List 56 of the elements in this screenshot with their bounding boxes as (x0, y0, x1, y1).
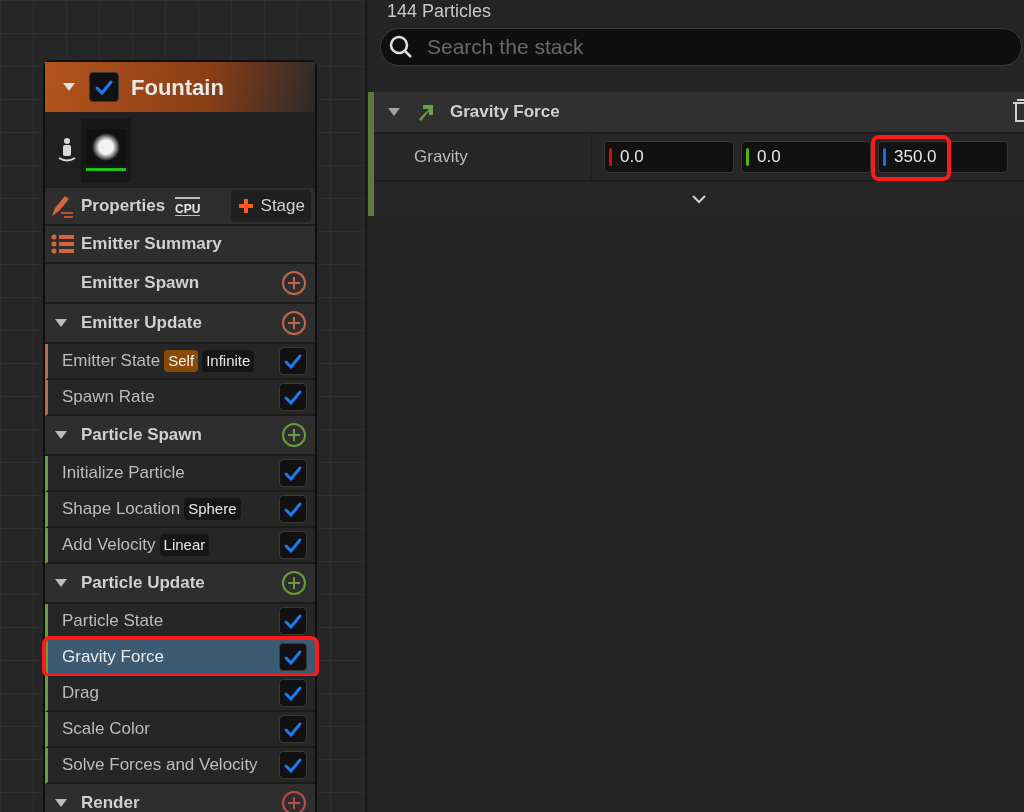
module-label: Add Velocity (62, 534, 156, 557)
field-value: 0.0 (620, 146, 644, 169)
module-row[interactable]: Solve Forces and Velocity (45, 748, 315, 784)
pencil-icon (49, 193, 75, 219)
checkbox[interactable] (279, 347, 307, 375)
module-label: Spawn Rate (62, 386, 155, 409)
add-stage-button[interactable]: Stage (230, 190, 311, 222)
module-row[interactable]: Drag (45, 676, 315, 712)
value-tag: Infinite (202, 350, 255, 372)
checkbox[interactable] (279, 383, 307, 411)
emitter-title: Fountain (131, 73, 224, 102)
search-icon (388, 34, 414, 60)
value-tag: Linear (159, 534, 210, 556)
value-tag: Self (164, 350, 199, 372)
module-label: Scale Color (62, 718, 150, 741)
sprite-thumbnail-icon (86, 129, 126, 165)
module-title: Gravity Force (450, 101, 560, 124)
field-value: 350.0 (894, 146, 937, 169)
list-icon (51, 234, 75, 254)
plus-icon (236, 197, 255, 215)
stage-label[interactable]: Render (81, 790, 140, 812)
parameter-label: Gravity (374, 134, 592, 180)
module-row[interactable]: Shape Location Sphere (45, 492, 315, 528)
checkbox[interactable] (279, 679, 307, 707)
checkbox[interactable] (279, 495, 307, 523)
checkbox[interactable] (89, 72, 119, 102)
properties-label[interactable]: Properties (81, 193, 166, 219)
module-row[interactable]: Spawn Rate (45, 380, 315, 416)
sim-target-label: CPU (175, 196, 201, 216)
checkbox[interactable] (279, 715, 307, 743)
module-label: Gravity Force (62, 646, 165, 669)
number-field[interactable]: 0.0 (741, 141, 871, 173)
module-label: Emitter State (62, 350, 161, 373)
checkbox[interactable] (279, 643, 307, 671)
checkbox[interactable] (279, 751, 307, 779)
delete-icon (1012, 99, 1024, 125)
checkbox[interactable] (279, 459, 307, 487)
module-row[interactable]: Scale Color (45, 712, 315, 748)
number-field[interactable]: 350.0 (878, 141, 1008, 173)
field-value: 0.0 (757, 146, 781, 169)
module-label: Particle State (62, 610, 164, 633)
particle-count: 144 Particles (386, 0, 493, 22)
module-label: Drag (62, 682, 99, 705)
value-tag: Sphere (184, 498, 241, 520)
module-row[interactable]: Emitter State Self Infinite (45, 344, 315, 380)
number-field[interactable]: 0.0 (604, 141, 734, 173)
checkbox[interactable] (279, 531, 307, 559)
chevron-down-icon (691, 193, 707, 205)
module-label: Solve Forces and Velocity (62, 754, 258, 777)
module-row[interactable]: Add Velocity Linear (45, 528, 315, 564)
checkbox[interactable] (279, 607, 307, 635)
figure-icon (57, 137, 77, 163)
module-label: Initialize Particle (62, 462, 185, 485)
module-label: Shape Location (62, 498, 181, 521)
module-row[interactable]: Initialize Particle (45, 456, 315, 492)
search-field[interactable]: Search the stack (380, 28, 1022, 66)
